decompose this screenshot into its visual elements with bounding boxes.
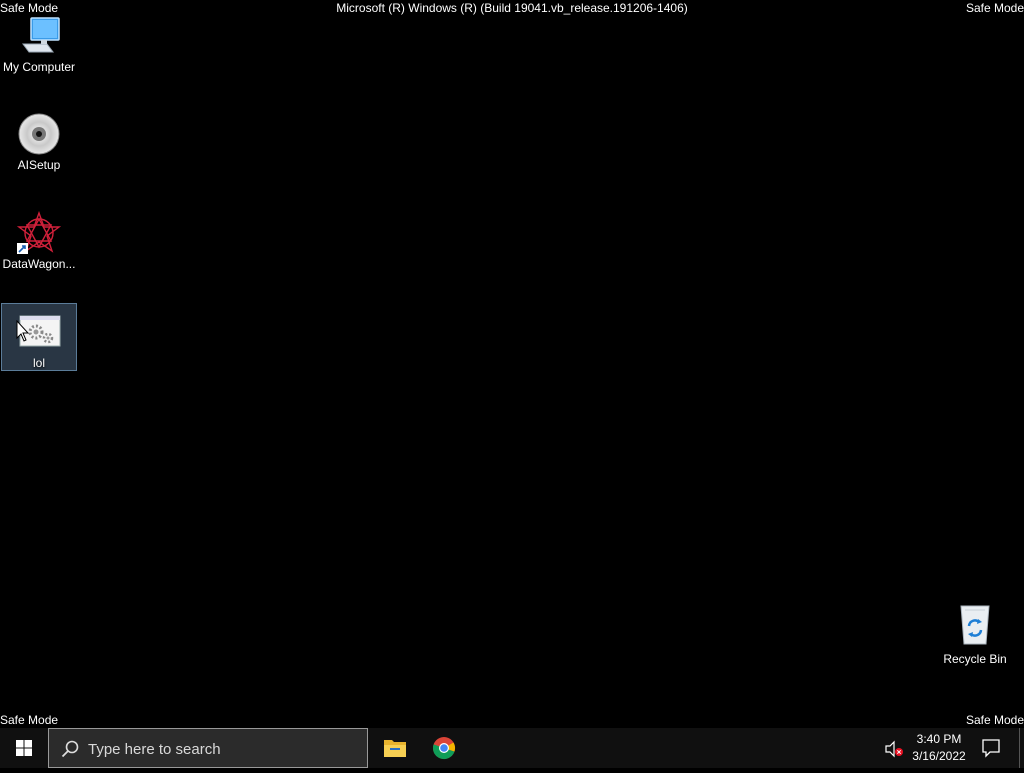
- desktop-icon-lol[interactable]: lol: [1, 303, 77, 371]
- icon-label: lol: [32, 356, 45, 370]
- taskbar-chrome[interactable]: [420, 728, 468, 768]
- start-button[interactable]: [0, 728, 48, 768]
- icon-label: DataWagon...: [2, 257, 76, 271]
- desktop-icon-aisetup[interactable]: AISetup: [1, 106, 77, 174]
- taskbar-search-box[interactable]: Type here to search: [48, 728, 368, 768]
- speaker-muted-icon[interactable]: [884, 740, 904, 758]
- file-explorer-icon: [384, 740, 406, 757]
- safe-mode-label-top-right: Safe Mode: [965, 1, 1024, 15]
- icon-label: AISetup: [17, 158, 61, 172]
- datawagon-shortcut-icon: [17, 211, 61, 254]
- mouse-cursor-icon: [16, 320, 30, 342]
- search-placeholder: Type here to search: [88, 741, 221, 758]
- taskbar-clock[interactable]: 3:40 PM 3/16/2022: [906, 731, 972, 765]
- chrome-icon: [432, 737, 456, 760]
- clock-time: 3:40 PM: [916, 732, 962, 746]
- icon-label: Recycle Bin: [943, 652, 1007, 666]
- computer-icon: [22, 17, 60, 53]
- build-watermark: Microsoft (R) Windows (R) (Build 19041.v…: [336, 1, 688, 15]
- icon-label: My Computer: [2, 60, 76, 74]
- disc-icon: [18, 113, 60, 155]
- desktop-icon-datawagon[interactable]: DataWagon...: [1, 205, 77, 273]
- windows-start-icon: [16, 740, 32, 756]
- clock-date: 3/16/2022: [912, 749, 966, 763]
- taskbar-file-explorer[interactable]: [371, 728, 419, 768]
- safe-mode-label-bottom-left: Safe Mode: [0, 713, 59, 727]
- recycle-bin-icon: [960, 605, 990, 645]
- desktop[interactable]: Safe Mode Microsoft (R) Windows (R) (Bui…: [0, 0, 1024, 728]
- action-center-icon[interactable]: [978, 736, 1004, 760]
- taskbar: Type here to search 3:40 PM 3/16/2022: [0, 728, 1024, 768]
- safe-mode-label-bottom-right: Safe Mode: [965, 713, 1024, 727]
- desktop-icon-recycle-bin[interactable]: Recycle Bin: [937, 600, 1013, 668]
- desktop-icon-my-computer[interactable]: My Computer: [1, 8, 77, 76]
- search-icon: [61, 740, 79, 758]
- show-desktop-button[interactable]: [1019, 728, 1024, 768]
